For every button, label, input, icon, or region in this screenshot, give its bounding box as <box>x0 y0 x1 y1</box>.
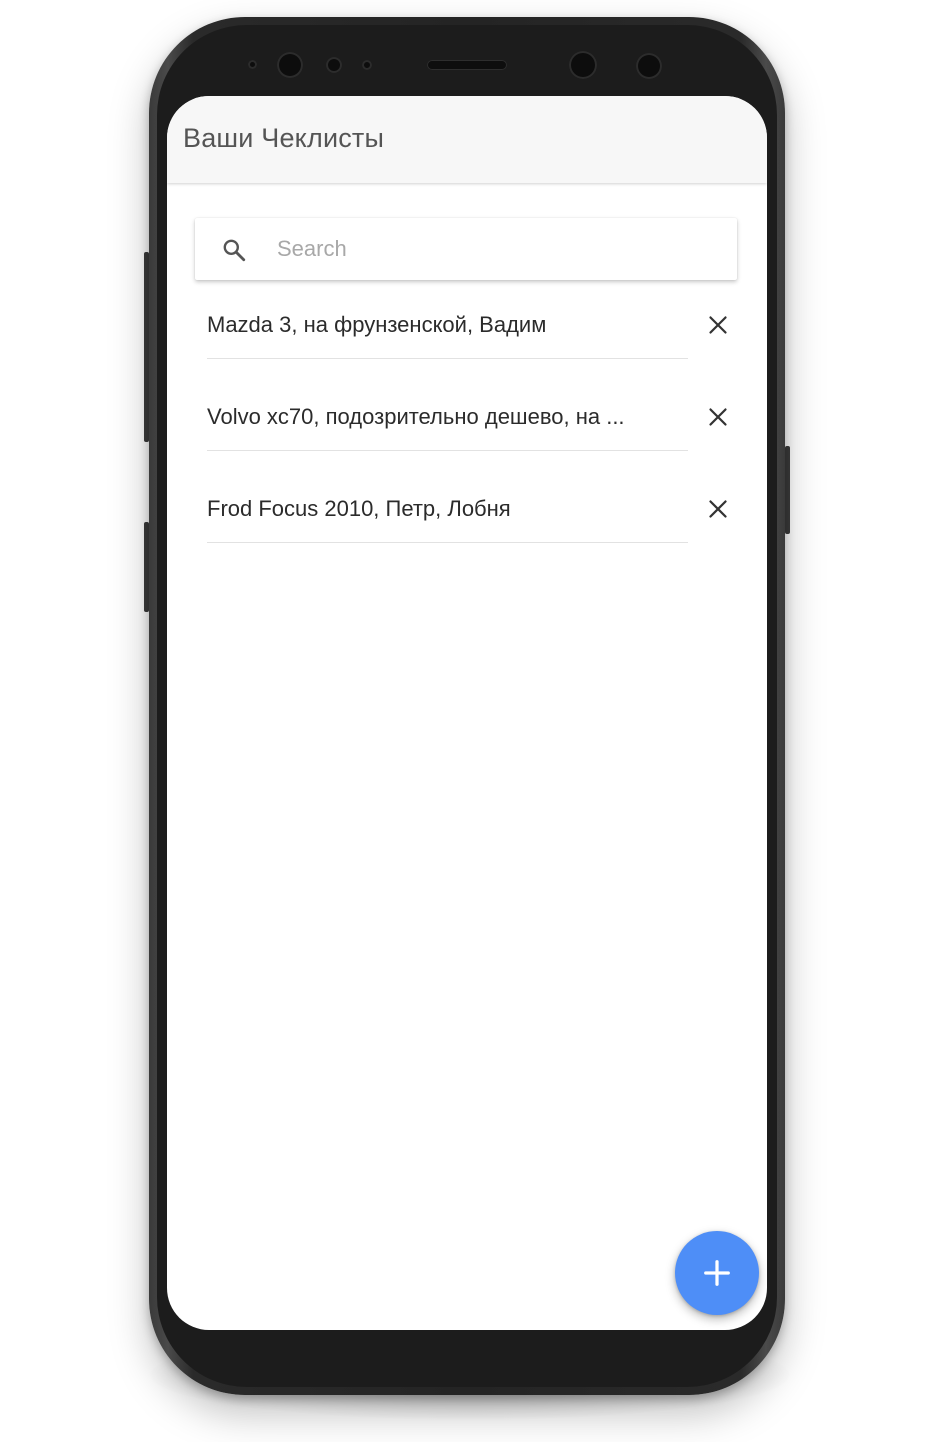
add-checklist-button[interactable] <box>675 1231 759 1315</box>
iris-scanner <box>636 53 662 79</box>
search-input[interactable] <box>277 232 717 266</box>
page-title: Ваши Чеклисты <box>183 123 385 153</box>
app-bar: Ваши Чеклисты <box>167 96 767 183</box>
close-icon[interactable] <box>703 402 733 432</box>
search-bar[interactable] <box>195 218 737 280</box>
checklist-list: Mazda 3, на фрунзенской, Вадим Volvo xc7… <box>167 288 767 564</box>
close-icon[interactable] <box>703 494 733 524</box>
search-icon <box>223 239 246 262</box>
list-item-label[interactable]: Volvo xc70, подозрительно дешево, на ... <box>207 404 697 430</box>
iris-camera <box>569 51 597 79</box>
divider <box>207 450 688 451</box>
list-item-label[interactable]: Mazda 3, на фрунзенской, Вадим <box>207 312 697 338</box>
list-item-label[interactable]: Frod Focus 2010, Петр, Лобня <box>207 496 697 522</box>
close-icon[interactable] <box>703 310 733 340</box>
plus-icon <box>704 1260 730 1286</box>
power-button <box>785 446 790 534</box>
app-screen: Ваши Чеклисты Mazda 3, на фрунзенской, В… <box>167 96 767 1330</box>
light-sensor <box>326 57 342 73</box>
divider <box>207 358 688 359</box>
led-sensor <box>362 60 372 70</box>
list-item[interactable]: Volvo xc70, подозрительно дешево, на ... <box>167 380 767 472</box>
earpiece-speaker <box>427 60 507 70</box>
divider <box>207 542 688 543</box>
front-camera <box>277 52 303 78</box>
list-item[interactable]: Mazda 3, на фрунзенской, Вадим <box>167 288 767 380</box>
device-stage: Ваши Чеклисты Mazda 3, на фрунзенской, В… <box>0 0 926 1442</box>
proximity-sensor <box>248 60 257 69</box>
list-item[interactable]: Frod Focus 2010, Петр, Лобня <box>167 472 767 564</box>
